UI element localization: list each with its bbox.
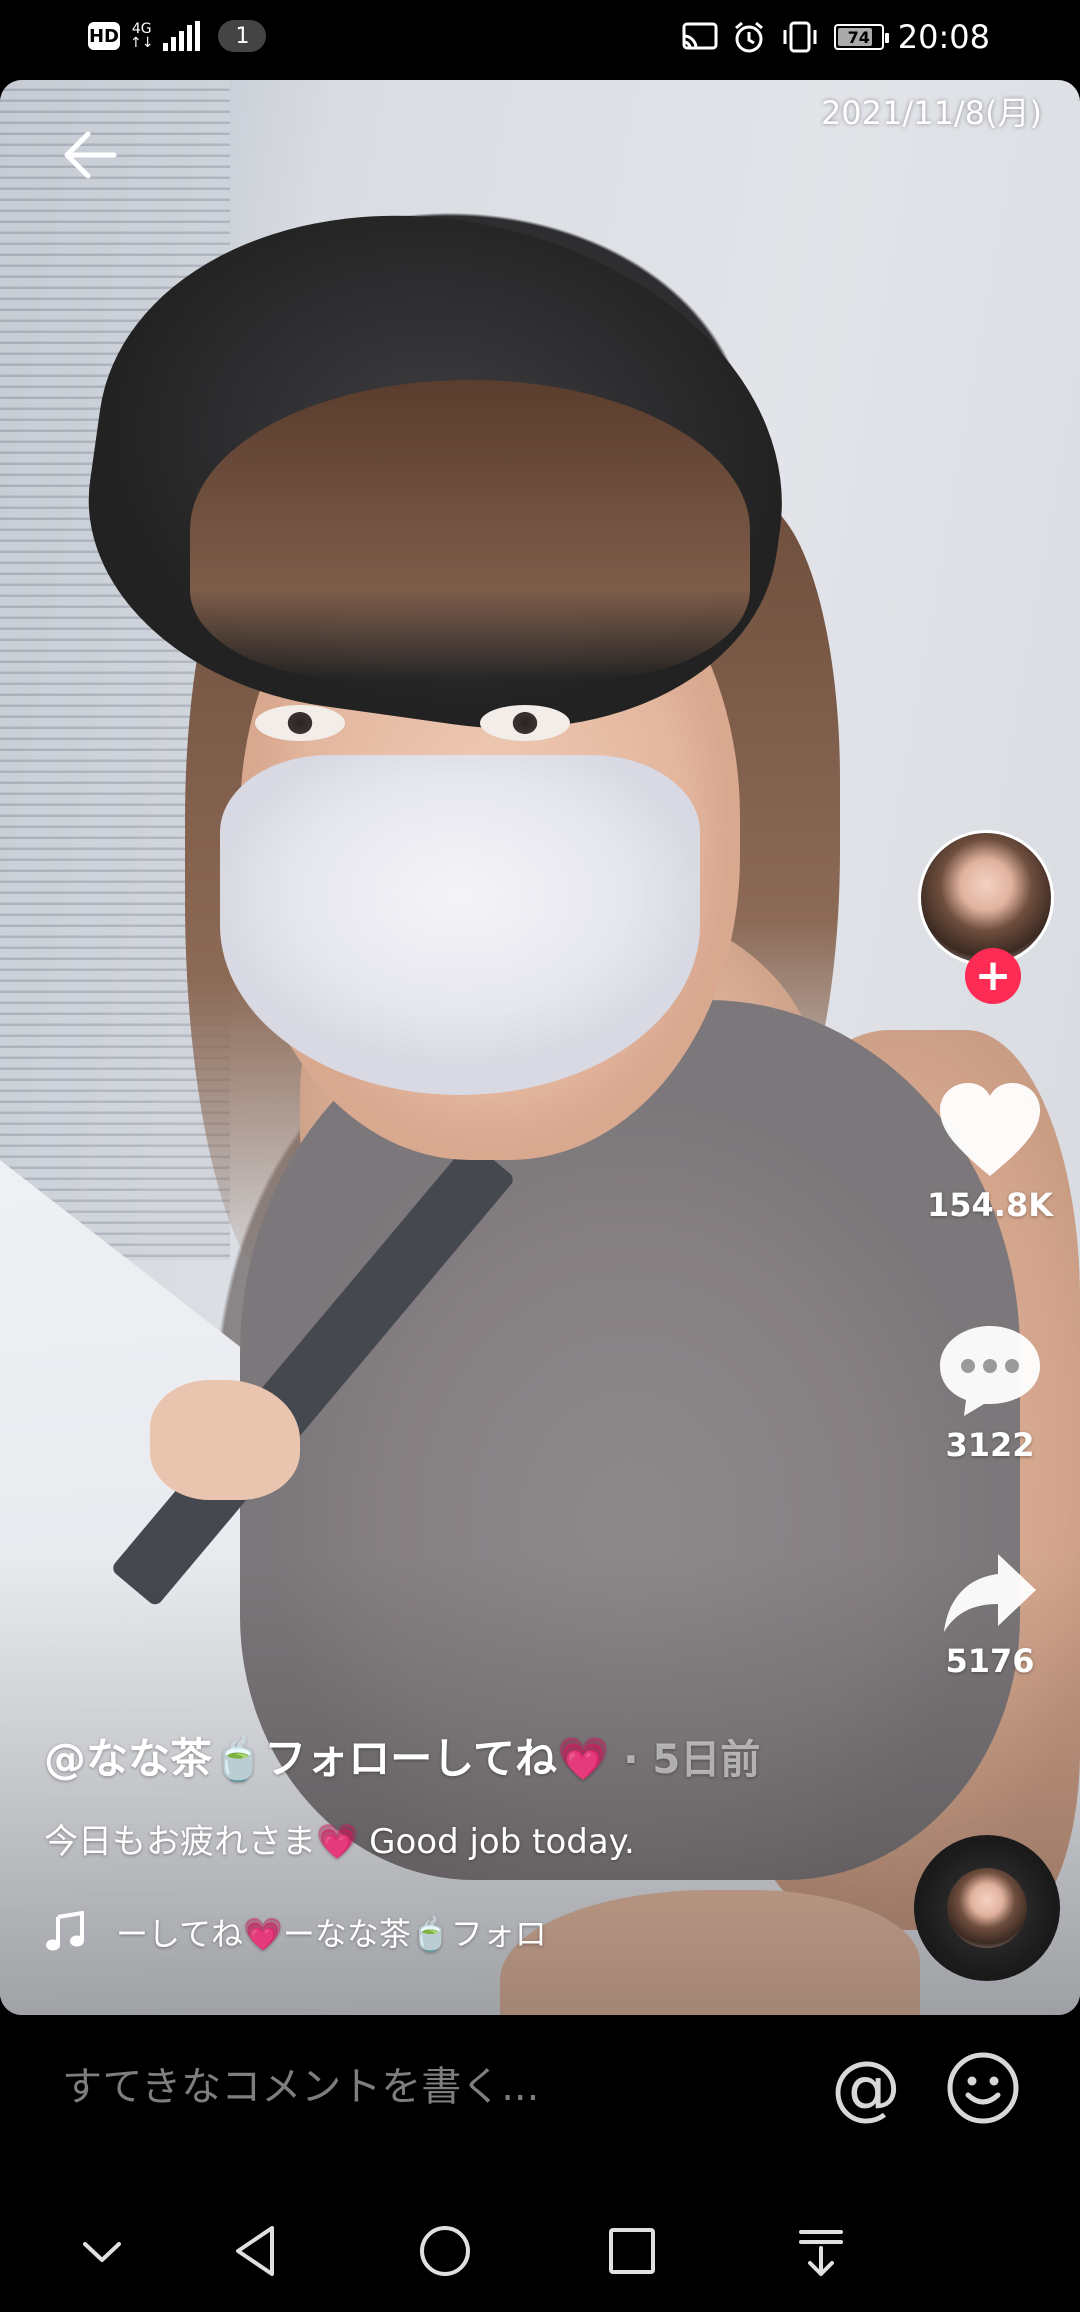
status-right-group: 74 20:08 bbox=[682, 18, 990, 56]
comment-count: 3122 bbox=[945, 1426, 1035, 1464]
triangle-back-icon[interactable] bbox=[222, 2216, 292, 2286]
cast-icon bbox=[682, 22, 718, 50]
date-stamp: 2021/11/8(月) bbox=[820, 94, 1042, 132]
smiley-icon[interactable] bbox=[944, 2049, 1022, 2127]
alarm-icon bbox=[734, 21, 763, 53]
face-mask bbox=[220, 755, 700, 1095]
vibrate-icon bbox=[783, 21, 817, 53]
like-button[interactable]: 154.8K bbox=[910, 1080, 1070, 1224]
system-nav-bar bbox=[0, 2180, 1080, 2312]
music-disc-art bbox=[947, 1868, 1027, 1948]
bangs bbox=[190, 380, 750, 680]
caption-block: @なな茶🍵フォローしてね💗 · 5日前 今日もお疲れさま💗 Good job t… bbox=[44, 1725, 904, 1955]
pull-down-icon[interactable] bbox=[786, 2216, 856, 2286]
speech-bubble-icon bbox=[940, 1326, 1040, 1416]
network-activity: ↑↓ bbox=[130, 35, 154, 51]
circle-home-icon[interactable] bbox=[410, 2216, 480, 2286]
back-arrow-icon[interactable] bbox=[56, 120, 126, 190]
separator-dot: · bbox=[609, 1737, 653, 1783]
chevron-down-icon[interactable] bbox=[67, 2216, 137, 2286]
share-count: 5176 bbox=[945, 1642, 1035, 1680]
signal-strength-icon bbox=[163, 21, 201, 51]
network-type-label: 4G bbox=[131, 21, 152, 37]
post-time-ago: 5日前 bbox=[652, 1737, 761, 1783]
music-note-icon bbox=[46, 1911, 84, 1951]
music-disc-button[interactable] bbox=[914, 1835, 1060, 1981]
comment-input[interactable] bbox=[60, 2063, 764, 2111]
battery-percent: 74 bbox=[847, 27, 870, 47]
heart-icon bbox=[940, 1083, 1040, 1176]
follow-button[interactable]: + bbox=[965, 948, 1021, 1004]
status-left-group: HD 4G ↑↓ 1 bbox=[88, 20, 267, 52]
network-type: 4G ↑↓ bbox=[130, 22, 153, 50]
battery-icon: 74 bbox=[833, 24, 889, 50]
share-button[interactable]: 5176 bbox=[910, 1550, 1070, 1680]
music-title: ーしてね💗ーなな茶🍵フォロ bbox=[116, 1915, 547, 1953]
creator-avatar-group[interactable]: + bbox=[918, 830, 1058, 1004]
video-description[interactable]: 今日もお疲れさま💗 Good job today. bbox=[44, 1814, 904, 1863]
comment-button[interactable]: 3122 bbox=[910, 1320, 1070, 1464]
music-line[interactable]: ーしてね💗ーなな茶🍵フォロ bbox=[44, 1909, 904, 1955]
notification-count-badge: 1 bbox=[218, 20, 267, 52]
left-eye bbox=[255, 705, 345, 741]
comment-bar: @ bbox=[0, 2015, 1080, 2180]
status-bar: HD 4G ↑↓ 1 74 20:08 bbox=[0, 0, 1080, 80]
clock: 20:08 bbox=[897, 18, 990, 56]
author-name[interactable]: @なな茶🍵フォローしてね💗 bbox=[44, 1734, 609, 1783]
left-hand bbox=[150, 1380, 300, 1500]
hd-badge: HD bbox=[88, 22, 120, 50]
author-line: @なな茶🍵フォローしてね💗 · 5日前 bbox=[44, 1725, 904, 1786]
like-count: 154.8K bbox=[926, 1186, 1053, 1224]
right-eye bbox=[480, 705, 570, 741]
mention-button[interactable]: @ bbox=[826, 2047, 906, 2127]
creator-avatar[interactable] bbox=[918, 830, 1054, 966]
square-recents-icon[interactable] bbox=[597, 2216, 667, 2286]
share-arrow-icon bbox=[944, 1554, 1036, 1632]
